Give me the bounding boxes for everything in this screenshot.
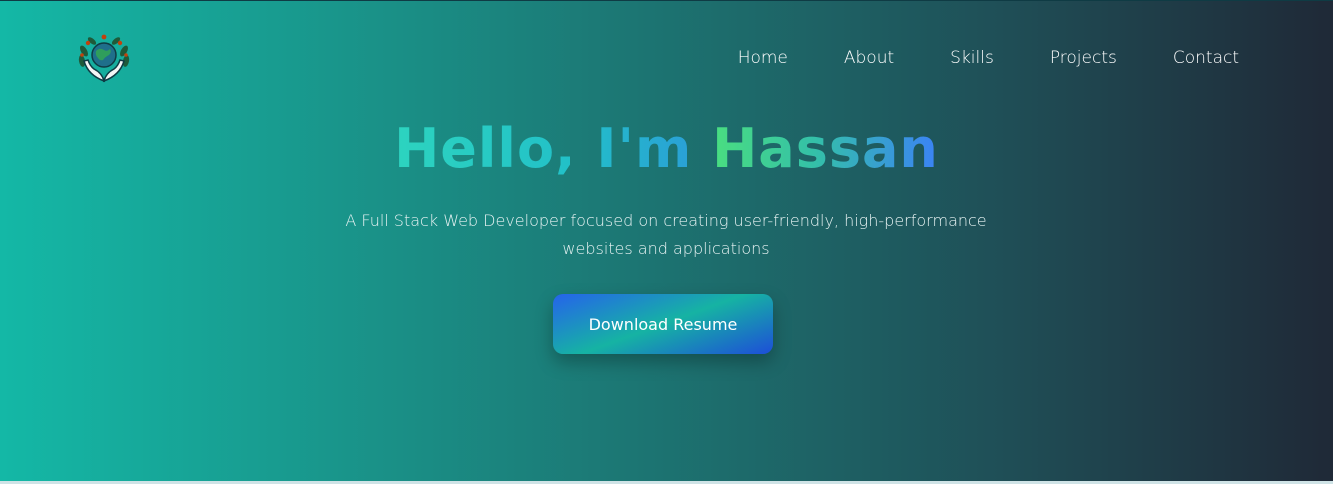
nav-contact[interactable]: Contact [1173, 47, 1239, 69]
download-resume-button[interactable]: Download Resume [553, 294, 773, 354]
main-nav: Home About Skills Projects Contact [682, 47, 1239, 69]
globe-in-hands-icon [78, 34, 130, 83]
nav-home[interactable]: Home [738, 47, 788, 69]
hero-headline: Hello, I'm Hassan [0, 113, 1333, 185]
hero-name: Hassan [712, 117, 939, 180]
hero-subtitle-line-2: websites and applications [562, 239, 770, 258]
nav-projects[interactable]: Projects [1050, 47, 1117, 69]
nav-skills[interactable]: Skills [950, 47, 994, 69]
logo[interactable] [74, 31, 134, 85]
hero-section: Home About Skills Projects Contact Hello… [0, 0, 1333, 481]
hero-greeting: Hello, I'm [394, 117, 693, 180]
nav-about[interactable]: About [844, 47, 894, 69]
hero-subtitle: A Full Stack Web Developer focused on cr… [326, 207, 1006, 263]
hero-subtitle-line-1: A Full Stack Web Developer focused on cr… [345, 211, 987, 230]
